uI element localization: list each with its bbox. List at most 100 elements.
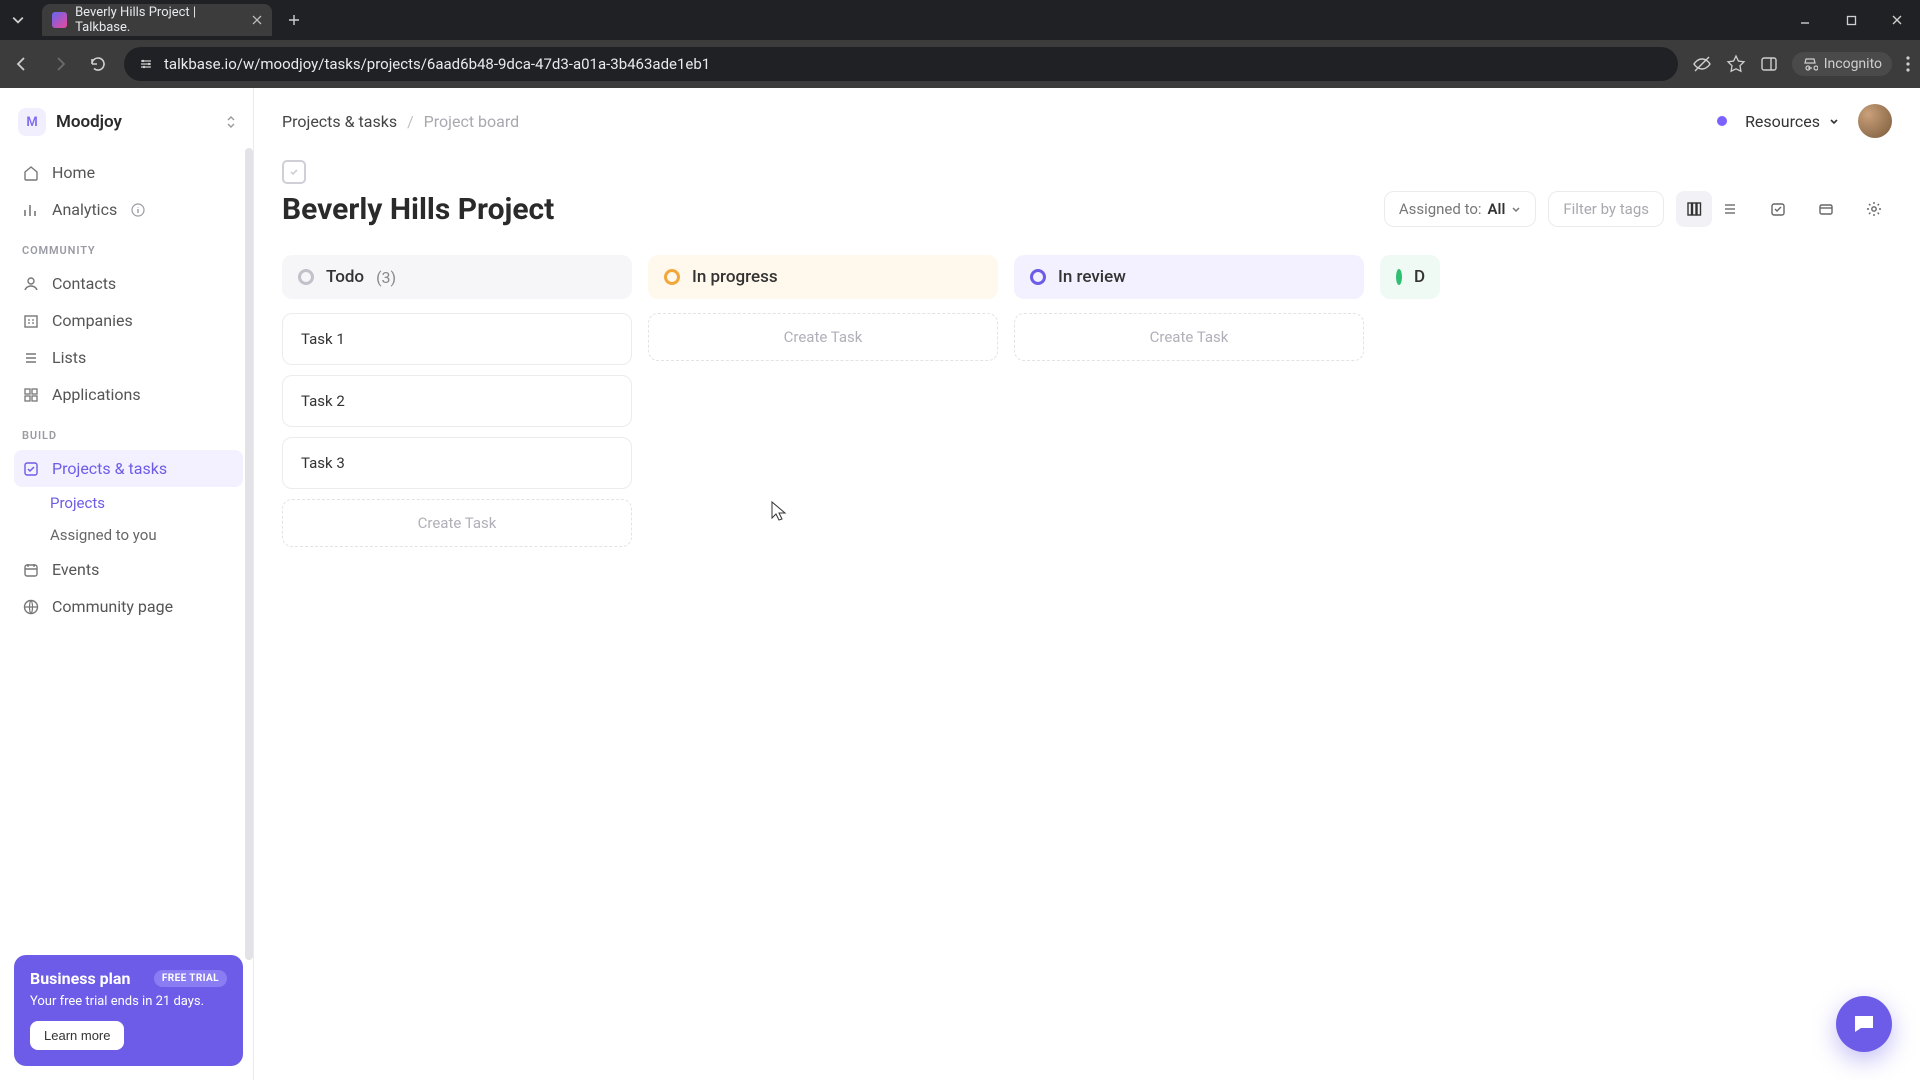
tasks-icon: [22, 460, 40, 478]
sidebar-item-applications[interactable]: Applications: [14, 376, 243, 413]
globe-icon: [22, 598, 40, 616]
browser-chrome: Beverly Hills Project | Talkbase. talkba…: [0, 0, 1920, 88]
promo-card: Business plan FREE TRIAL Your free trial…: [14, 955, 243, 1066]
sidebar-item-home[interactable]: Home: [14, 154, 243, 191]
applications-icon: [22, 386, 40, 404]
breadcrumb-separator: /: [407, 112, 414, 131]
kanban-column: In review Create Task: [1014, 255, 1364, 1060]
sidebar-item-label: Applications: [52, 385, 141, 404]
browser-menu-icon[interactable]: [1906, 55, 1910, 73]
sidebar: M Moodjoy Home Analytics COMMUNITY Conta…: [0, 88, 254, 1080]
kanban-column: D: [1380, 255, 1440, 1060]
browser-tab-active[interactable]: Beverly Hills Project | Talkbase.: [42, 4, 272, 36]
assigned-filter[interactable]: Assigned to: All: [1384, 191, 1537, 227]
window-close-button[interactable]: [1874, 0, 1920, 40]
app-root: M Moodjoy Home Analytics COMMUNITY Conta…: [0, 88, 1920, 1080]
column-body: Task 1 Task 2 Task 3 Create Task: [282, 313, 632, 547]
create-task-button[interactable]: Create Task: [648, 313, 998, 361]
eye-off-icon[interactable]: [1692, 54, 1712, 74]
column-header[interactable]: D: [1380, 255, 1440, 299]
browser-forward-button[interactable]: [48, 52, 72, 76]
tab-search-dropdown[interactable]: [0, 0, 36, 40]
column-title: Todo: [326, 267, 364, 287]
learn-more-button[interactable]: Learn more: [30, 1021, 124, 1050]
status-circle-icon: [298, 269, 314, 285]
create-task-button[interactable]: Create Task: [1014, 313, 1364, 361]
workspace-switcher[interactable]: M Moodjoy: [14, 102, 243, 154]
sidebar-subitem-assigned[interactable]: Assigned to you: [14, 519, 243, 551]
board-view-button[interactable]: [1676, 191, 1712, 227]
browser-back-button[interactable]: [10, 52, 34, 76]
column-header[interactable]: In review: [1014, 255, 1364, 299]
browser-tabbar: Beverly Hills Project | Talkbase.: [0, 0, 1920, 40]
workspace-badge: M: [18, 108, 46, 136]
assigned-value: All: [1488, 200, 1506, 218]
settings-button[interactable]: [1856, 191, 1892, 227]
breadcrumb: Projects & tasks / Project board: [282, 112, 519, 131]
incognito-label: Incognito: [1824, 56, 1882, 72]
sidebar-item-contacts[interactable]: Contacts: [14, 265, 243, 302]
incognito-indicator[interactable]: Incognito: [1792, 52, 1892, 76]
sidebar-item-label: Lists: [52, 348, 86, 367]
resources-dropdown[interactable]: Resources: [1745, 112, 1840, 131]
status-circle-icon: [1030, 269, 1046, 285]
chevron-updown-icon: [225, 114, 237, 130]
column-header[interactable]: Todo (3): [282, 255, 632, 299]
task-card[interactable]: Task 3: [282, 437, 632, 489]
task-card[interactable]: Task 2: [282, 375, 632, 427]
sidebar-item-label: Contacts: [52, 274, 116, 293]
workspace-name: Moodjoy: [56, 112, 122, 132]
lists-icon: [22, 349, 40, 367]
promo-text: Your free trial ends in 21 days.: [30, 994, 227, 1009]
side-panel-icon[interactable]: [1760, 55, 1778, 73]
sidebar-item-label: Projects & tasks: [52, 459, 167, 478]
task-card[interactable]: Task 1: [282, 313, 632, 365]
browser-toolbar: talkbase.io/w/moodjoy/tasks/projects/6aa…: [0, 40, 1920, 88]
user-avatar[interactable]: [1858, 104, 1892, 138]
filter-by-tags-input[interactable]: Filter by tags: [1548, 191, 1664, 227]
create-task-button[interactable]: Create Task: [282, 499, 632, 547]
sidebar-subitem-projects[interactable]: Projects: [14, 487, 243, 519]
sidebar-item-label: Community page: [52, 597, 173, 616]
bookmark-star-icon[interactable]: [1726, 54, 1746, 74]
sidebar-item-projects-tasks[interactable]: Projects & tasks: [14, 450, 243, 487]
page-title: Beverly Hills Project: [282, 192, 554, 227]
page-header: Beverly Hills Project Assigned to: All F…: [254, 154, 1920, 245]
archive-tool-button[interactable]: [1808, 191, 1844, 227]
kanban-column: In progress Create Task: [648, 255, 998, 1060]
sidebar-item-community-page[interactable]: Community page: [14, 588, 243, 625]
sidebar-item-events[interactable]: Events: [14, 551, 243, 588]
kanban-board: Todo(3)Task 1Task 2Task 3Create TaskIn p…: [254, 245, 1920, 1080]
sidebar-item-analytics[interactable]: Analytics: [14, 191, 243, 228]
topbar: Projects & tasks / Project board Resourc…: [254, 88, 1920, 154]
date-tool-button[interactable]: [1760, 191, 1796, 227]
window-minimize-button[interactable]: [1782, 0, 1828, 40]
sidebar-item-label: Events: [52, 560, 99, 579]
calendar-icon: [22, 561, 40, 579]
breadcrumb-root[interactable]: Projects & tasks: [282, 112, 397, 131]
kanban-column: Todo (3) Task 1 Task 2 Task 3 Create Task: [282, 255, 632, 1060]
url-text: talkbase.io/w/moodjoy/tasks/projects/6aa…: [164, 55, 710, 73]
sidebar-section-community: COMMUNITY: [14, 228, 243, 265]
sidebar-item-companies[interactable]: Companies: [14, 302, 243, 339]
contacts-icon: [22, 275, 40, 293]
promo-title: Business plan: [30, 969, 130, 988]
address-bar[interactable]: talkbase.io/w/moodjoy/tasks/projects/6aa…: [124, 47, 1678, 81]
analytics-icon: [22, 201, 40, 219]
site-settings-icon[interactable]: [138, 56, 154, 72]
home-icon: [22, 164, 40, 182]
chat-fab-button[interactable]: [1836, 996, 1892, 1052]
window-maximize-button[interactable]: [1828, 0, 1874, 40]
promo-badge: FREE TRIAL: [154, 970, 227, 987]
main-content: Projects & tasks / Project board Resourc…: [254, 88, 1920, 1080]
column-count: (3): [376, 268, 396, 287]
tab-close-icon[interactable]: [252, 15, 262, 25]
new-tab-button[interactable]: [280, 6, 308, 34]
list-view-button[interactable]: [1712, 191, 1748, 227]
column-body: Create Task: [648, 313, 998, 361]
browser-reload-button[interactable]: [86, 52, 110, 76]
companies-icon: [22, 312, 40, 330]
column-header[interactable]: In progress: [648, 255, 998, 299]
sidebar-section-build: BUILD: [14, 413, 243, 450]
sidebar-item-lists[interactable]: Lists: [14, 339, 243, 376]
